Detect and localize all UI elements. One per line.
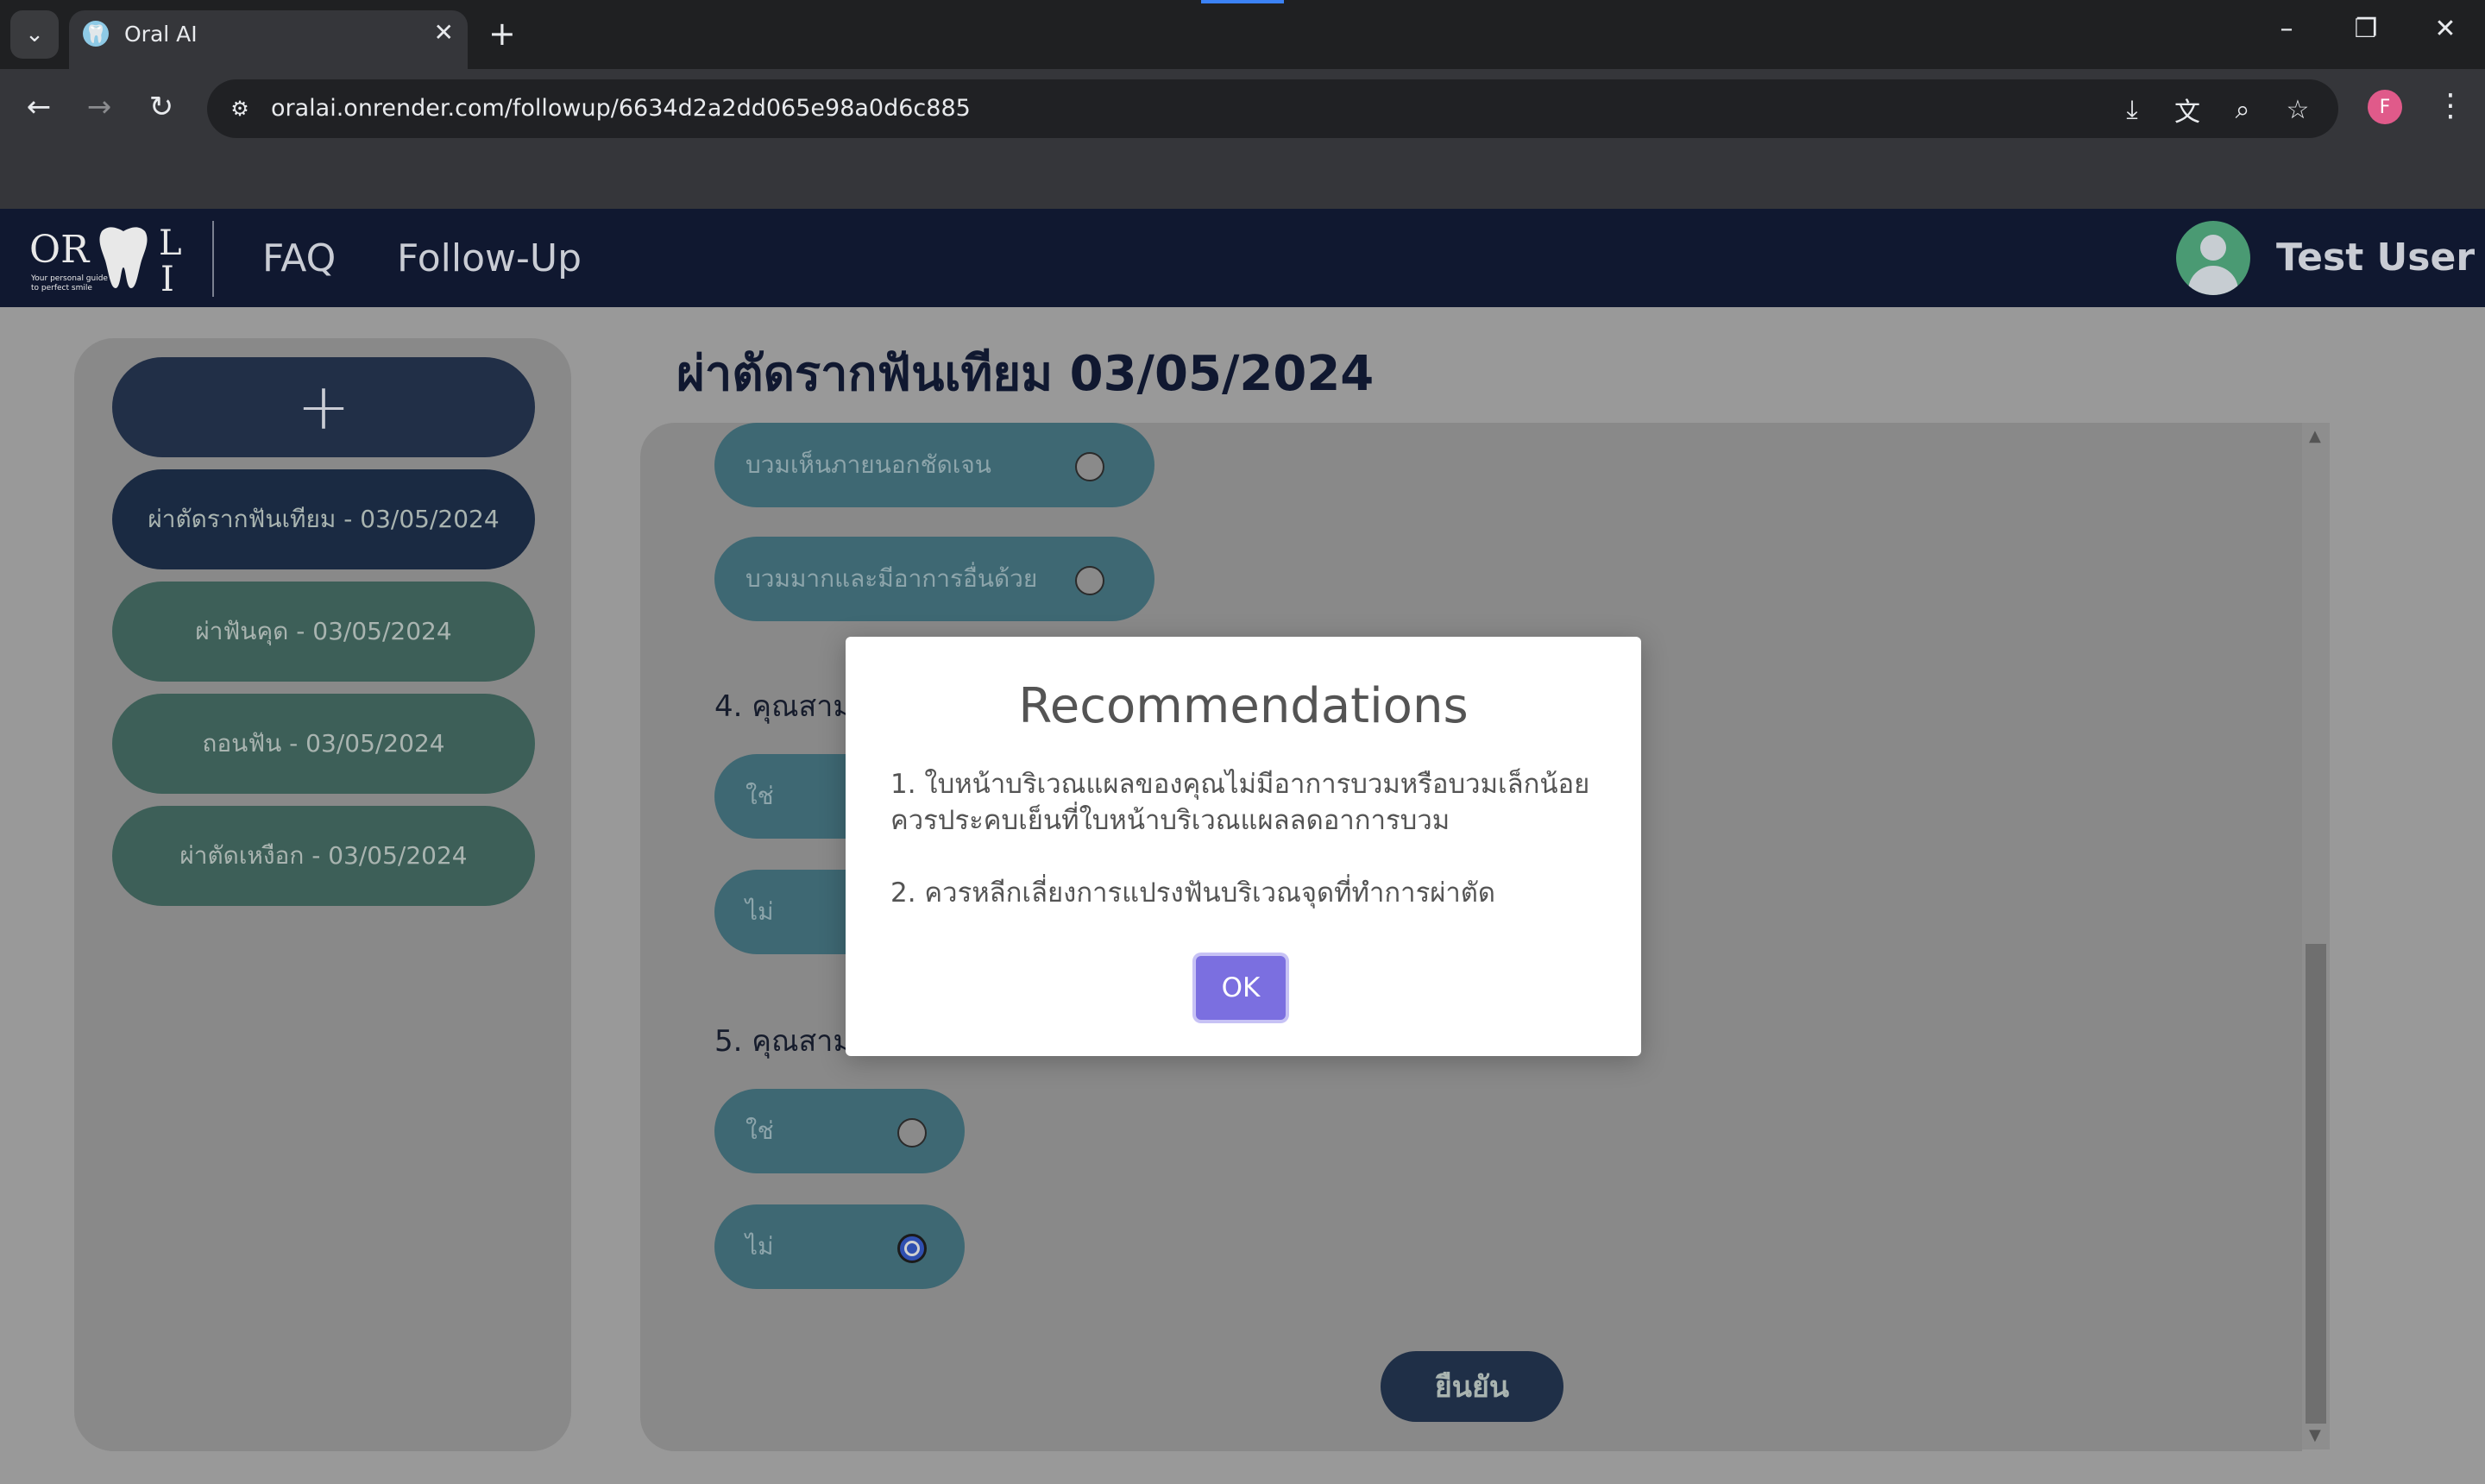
address-bar[interactable]: ⚙ oralai.onrender.com/followup/6634d2a2d… [207,79,2338,138]
sidebar-item-gum-surgery[interactable]: ผ่าตัดเหงือก - 03/05/2024 [112,806,535,906]
radio-button[interactable] [1075,452,1104,481]
logo-tagline: Your personal guide to perfect smile [31,274,108,292]
close-icon[interactable]: ✕ [434,19,454,47]
chevron-down-icon: ⌄ [25,22,44,47]
tab-title: Oral AI [124,22,198,47]
sidebar-item-implant[interactable]: ผ่าตัดรากฟันเทียม - 03/05/2024 [112,469,535,569]
app-navbar: OR L I Your personal guide to perfect sm… [0,209,2485,307]
nav-link-follow-up[interactable]: Follow-Up [397,236,582,281]
reload-icon[interactable]: ↻ [140,88,183,126]
user-avatar[interactable] [2176,221,2250,295]
browser-menu-icon[interactable]: ⋮ [2435,85,2466,128]
option-severe-swelling[interactable]: บวมมากและมีอาการอื่นด้วย [714,537,1154,621]
ok-button[interactable]: OK [1196,956,1286,1020]
page-title: ผ่าตัดรากฟันเทียม 03/05/2024 [676,346,1375,402]
forward-arrow-icon[interactable]: → [78,88,121,126]
avatar-head [2200,235,2226,261]
zoom-icon[interactable]: ⌕ [2224,91,2261,128]
scrollbar-thumb[interactable] [2306,944,2326,1424]
profile-avatar[interactable]: F [2368,90,2402,124]
sidebar-item-wisdom-tooth[interactable]: ผ่าฟันคุด - 03/05/2024 [112,582,535,682]
browser-tab[interactable]: 🦷 Oral AI ✕ [69,10,468,69]
scroll-up-icon[interactable]: ▲ [2309,428,2321,445]
logo-text-or: OR [29,228,90,272]
restore-icon[interactable]: ❐ [2340,12,2392,47]
add-followup-button[interactable]: + [112,357,535,457]
recommendation-line-3: 2. ควรหลีกเลี่ยงการแปรงฟันบริเวณจุดที่ทำ… [890,877,1496,909]
translate-icon[interactable]: 文 [2169,91,2205,128]
browser-toolbar: ← → ↻ ⚙ oralai.onrender.com/followup/663… [0,69,2485,148]
navbar-divider [212,221,214,297]
oral-ai-logo[interactable]: OR L I Your personal guide to perfect sm… [29,221,188,299]
scroll-down-icon[interactable]: ▼ [2309,1427,2321,1444]
back-arrow-icon[interactable]: ← [17,88,60,126]
avatar-body [2188,266,2238,295]
recommendation-line-2: ควรประคบเย็นที่ใบหน้าบริเวณแผลลดอาการบวม [890,805,1450,836]
logo-text-i: I [160,260,174,299]
confirm-button[interactable]: ยืนยัน [1381,1351,1563,1422]
nav-link-faq[interactable]: FAQ [262,236,336,281]
install-app-icon[interactable]: ⤓ [2114,91,2150,128]
user-name[interactable]: Test User [2276,235,2475,281]
option-label: ใช่ [746,1116,774,1145]
option-visible-swelling[interactable]: บวมเห็นภายนอกชัดเจน [714,423,1154,507]
recommendations-modal: Recommendations 1. ใบหน้าบริเวณแผลของคุณ… [846,637,1641,1056]
new-tab-button[interactable]: + [488,16,516,52]
option-label: ใช่ [746,782,774,810]
tabstrip-accent [1201,0,1284,3]
option-label: บวมมากและมีอาการอื่นด้วย [746,564,1038,593]
modal-title: Recommendations [1018,678,1469,734]
radio-button[interactable] [897,1118,927,1148]
question-4-label: 4. คุณสาม [714,689,852,724]
q5-option-yes[interactable]: ใช่ [714,1089,965,1173]
followup-sidebar: + ผ่าตัดรากฟันเทียม - 03/05/2024 ผ่าฟันค… [74,338,571,1451]
option-label: ไม่ [746,1232,774,1261]
question-5-label: 5. คุณสาม [714,1024,852,1059]
option-label: บวมเห็นภายนอกชัดเจน [746,450,991,479]
sidebar-item-extraction[interactable]: ถอนฟัน - 03/05/2024 [112,694,535,794]
browser-tabstrip: ⌄ 🦷 Oral AI ✕ + – ❐ ✕ [0,0,2485,69]
q5-option-no[interactable]: ไม่ [714,1204,965,1289]
recommendation-line-1: 1. ใบหน้าบริเวณแผลของคุณไม่มีอาการบวมหรื… [890,769,1590,800]
url-text[interactable]: oralai.onrender.com/followup/6634d2a2dd0… [271,93,971,124]
site-info-icon[interactable]: ⚙ [223,91,257,126]
tab-search-button[interactable]: ⌄ [10,10,59,59]
tooth-favicon-icon: 🦷 [83,21,109,47]
radio-button-selected[interactable] [897,1234,927,1263]
bookmark-star-icon[interactable]: ☆ [2280,91,2316,128]
minimize-icon[interactable]: – [2261,12,2312,47]
window-close-icon[interactable]: ✕ [2419,12,2471,47]
option-label: ไม่ [746,897,774,926]
bookmark-bar [0,148,2485,209]
logo-text-l: L [159,223,182,263]
radio-button[interactable] [1075,566,1104,595]
